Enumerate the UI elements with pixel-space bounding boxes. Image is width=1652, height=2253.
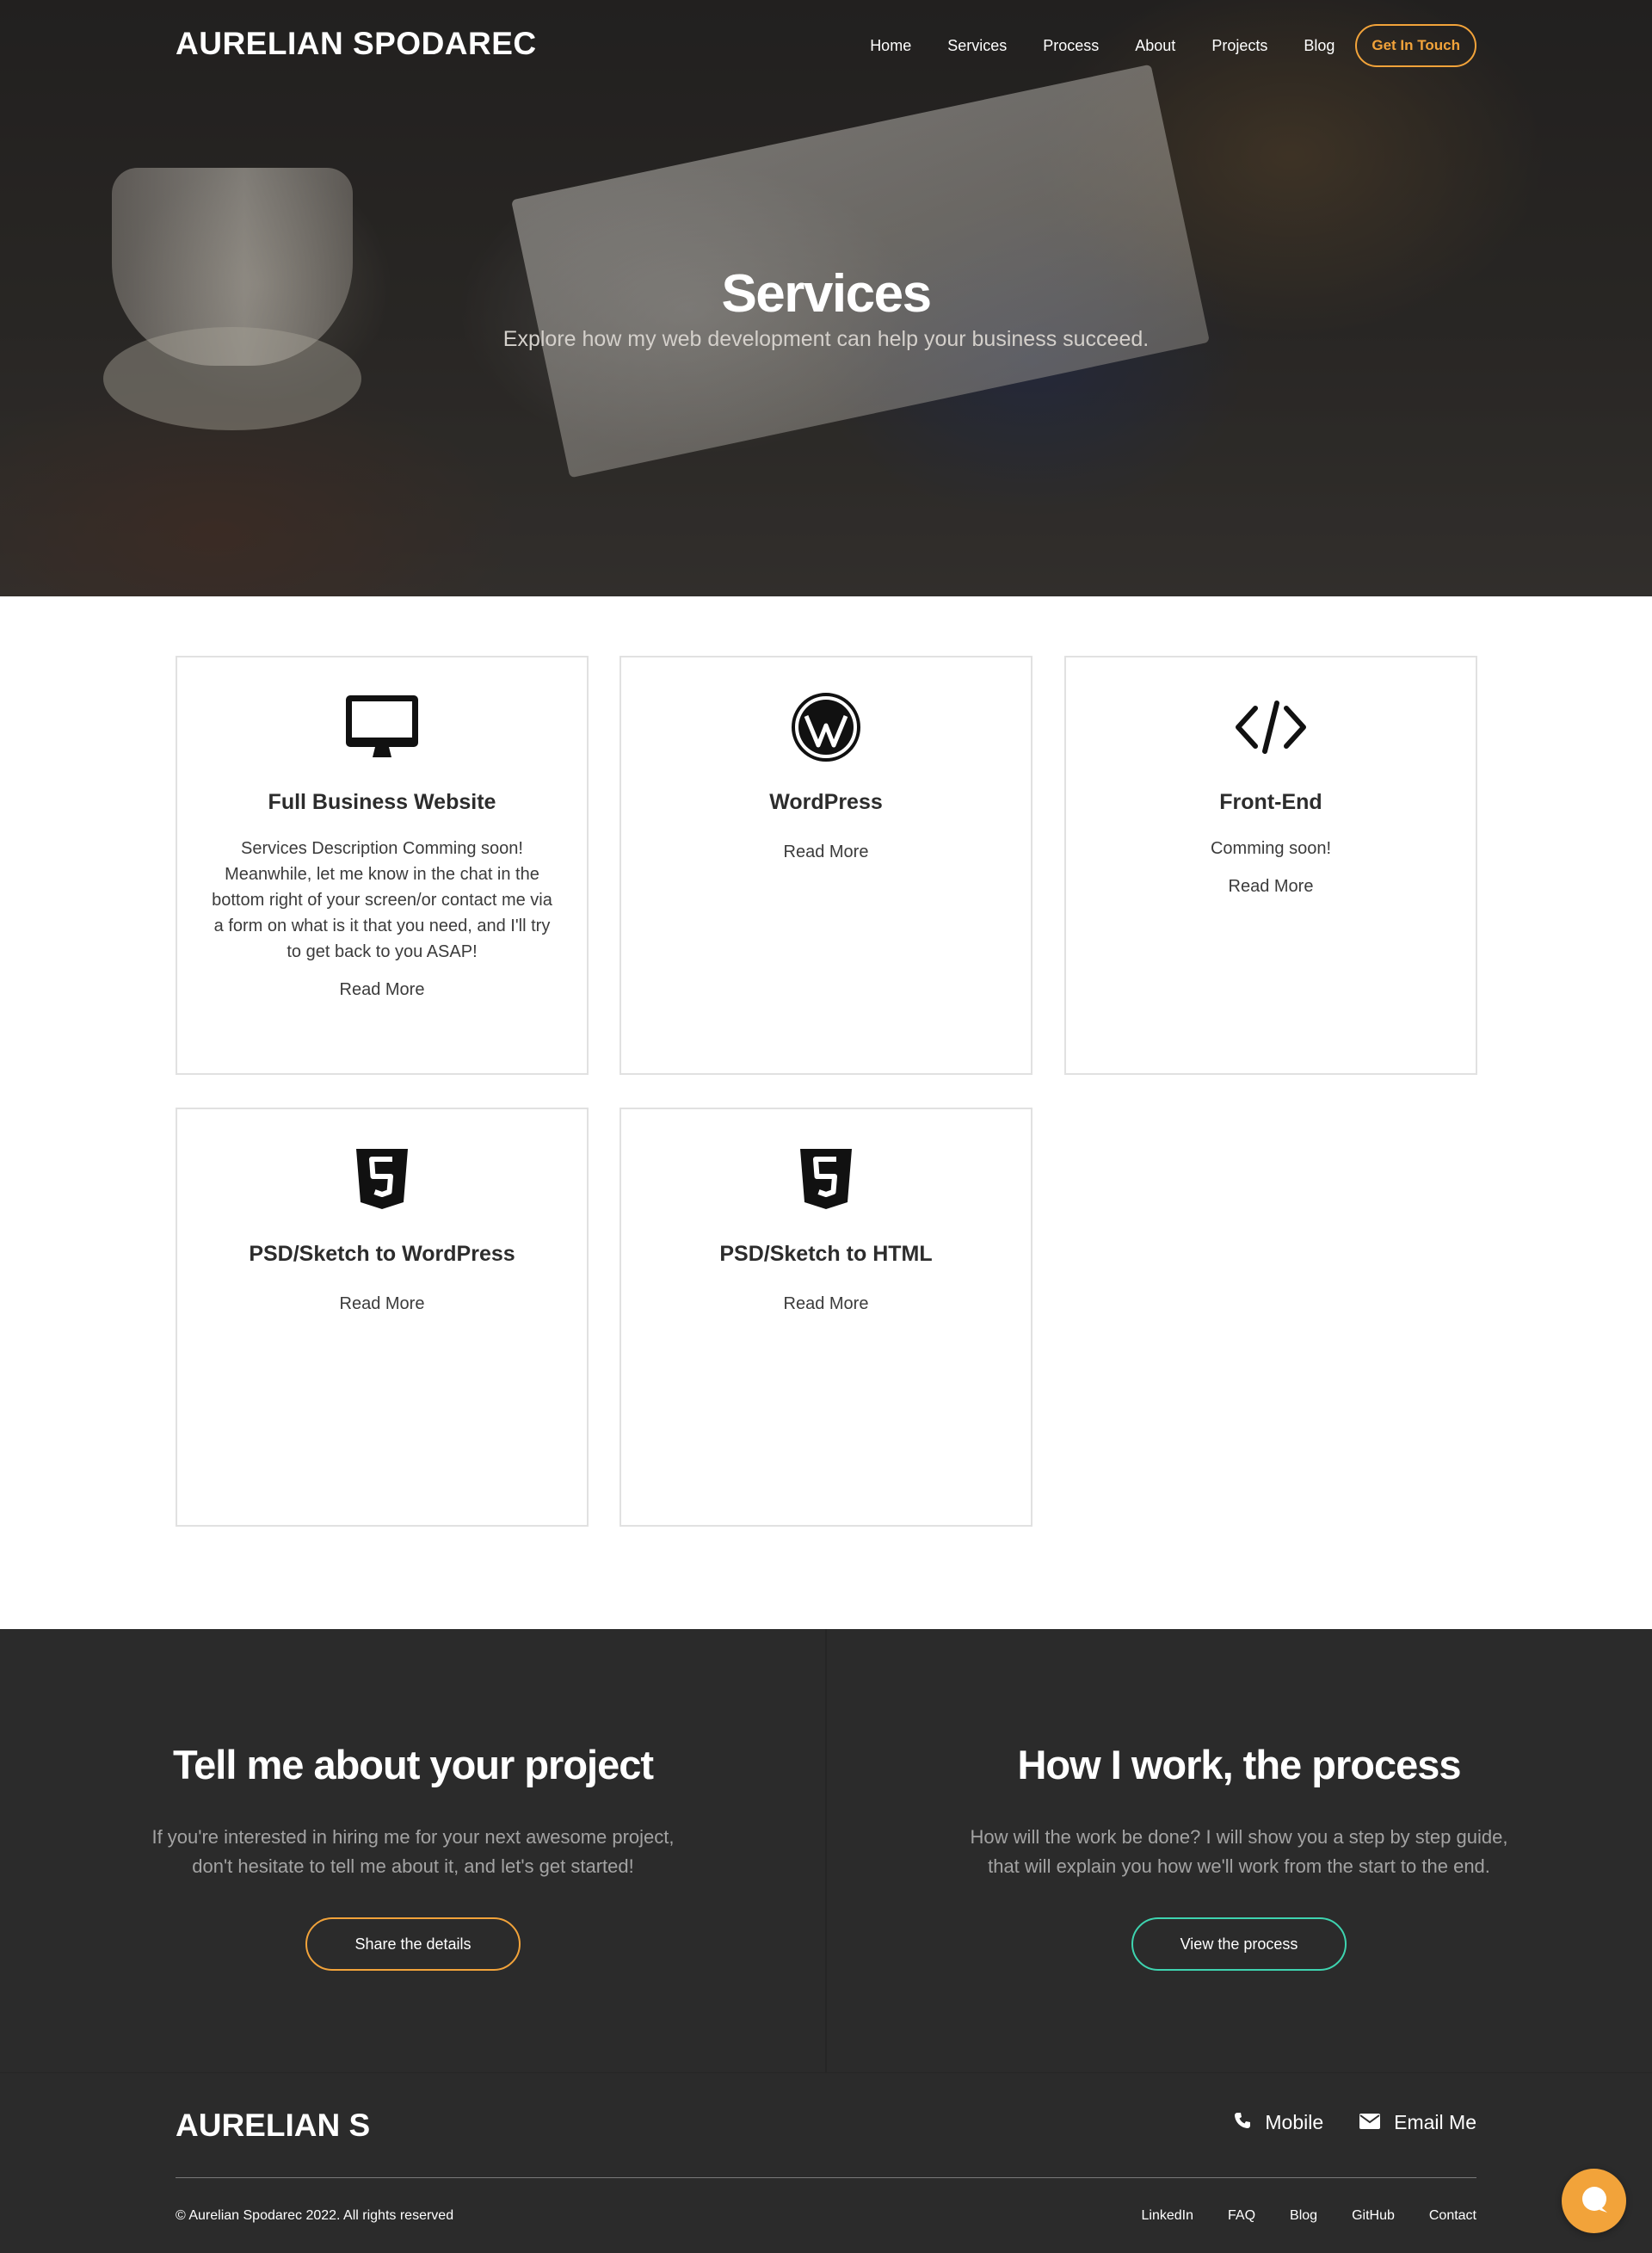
email-label: Email Me [1394,2111,1476,2133]
service-description: Services Description Comming soon! Meanw… [212,839,552,961]
service-title: PSD/Sketch to WordPress [249,1242,515,1266]
hero-section: AURELIAN SPODAREC Home Services Process … [0,0,1652,596]
site-logo[interactable]: AURELIAN SPODAREC [176,26,537,62]
cta-project-title: Tell me about your project [172,1742,654,1787]
desktop-icon [177,690,587,764]
cta-section: Tell me about your project If you're int… [0,1629,1652,2072]
footer-link-faq[interactable]: FAQ [1228,2208,1255,2224]
share-details-button[interactable]: Share the details [305,1917,521,1971]
service-card-psd-to-html: PSD/Sketch to HTML Read More [620,1108,1032,1527]
service-title: Front-End [1219,790,1322,814]
view-process-button[interactable]: View the process [1131,1917,1347,1971]
chat-widget-button[interactable] [1562,2169,1626,2233]
footer-link-contact[interactable]: Contact [1429,2208,1476,2224]
read-more-link[interactable]: Read More [784,1294,869,1314]
service-title: Full Business Website [268,790,496,814]
cta-process: How I work, the process How will the wor… [826,1629,1652,1971]
footer-link-linkedin[interactable]: LinkedIn [1142,2208,1194,2224]
service-card-wordpress: WordPress Read More [620,656,1032,1075]
email-link[interactable]: Email Me [1359,2111,1476,2134]
code-icon [1066,690,1476,764]
service-card-full-business-website: Full Business Website Services Descripti… [176,656,589,1075]
main-nav: Home Services Process About Projects Blo… [834,24,1476,67]
footer-link-github[interactable]: GitHub [1352,2208,1395,2224]
cta-process-text: How will the work be done? I will show y… [970,1826,1508,1877]
footer-divider [176,2177,1476,2178]
page-subtitle: Explore how my web development can help … [502,327,1150,351]
mobile-link[interactable]: Mobile [1234,2111,1323,2134]
nav-blog[interactable]: Blog [1304,37,1335,55]
envelope-icon [1359,2111,1381,2134]
mobile-label: Mobile [1265,2111,1324,2133]
service-title: PSD/Sketch to HTML [719,1242,933,1266]
chat-bubble-icon [1579,2184,1610,2219]
nav-about[interactable]: About [1135,37,1175,55]
html5-icon [177,1142,587,1216]
html5-icon [621,1142,1031,1216]
service-description: Comming soon! [1210,839,1332,858]
footer-contact: Mobile Email Me [1234,2111,1476,2134]
site-footer: AURELIAN S Mobile Email Me © Aurelian Sp… [0,2072,1652,2253]
nav-services[interactable]: Services [947,37,1007,55]
service-title: WordPress [769,790,883,814]
service-card-psd-to-wordpress: PSD/Sketch to WordPress Read More [176,1108,589,1527]
footer-link-blog[interactable]: Blog [1290,2208,1317,2224]
service-card-front-end: Front-End Comming soon! Read More [1064,656,1477,1075]
cta-process-title: How I work, the process [1017,1742,1461,1787]
nav-home[interactable]: Home [870,37,911,55]
site-header: AURELIAN SPODAREC Home Services Process … [0,0,1652,95]
read-more-link[interactable]: Read More [340,980,425,1000]
footer-logo[interactable]: AURELIAN S [176,2108,370,2144]
read-more-link[interactable]: Read More [784,843,869,862]
copyright-text: © Aurelian Spodarec 2022. All rights res… [176,2208,454,2223]
cta-project-text: If you're interested in hiring me for yo… [151,1826,675,1877]
footer-nav: LinkedIn FAQ Blog GitHub Contact [1142,2208,1476,2224]
page-title: Services [721,264,932,324]
nav-projects[interactable]: Projects [1211,37,1267,55]
phone-icon [1234,2111,1251,2134]
wordpress-icon [621,690,1031,764]
read-more-link[interactable]: Read More [1229,877,1314,897]
services-grid: Full Business Website Services Descripti… [0,596,1652,1629]
get-in-touch-button[interactable]: Get In Touch [1355,24,1476,67]
cta-project: Tell me about your project If you're int… [0,1629,826,1971]
nav-process[interactable]: Process [1043,37,1099,55]
read-more-link[interactable]: Read More [340,1294,425,1314]
